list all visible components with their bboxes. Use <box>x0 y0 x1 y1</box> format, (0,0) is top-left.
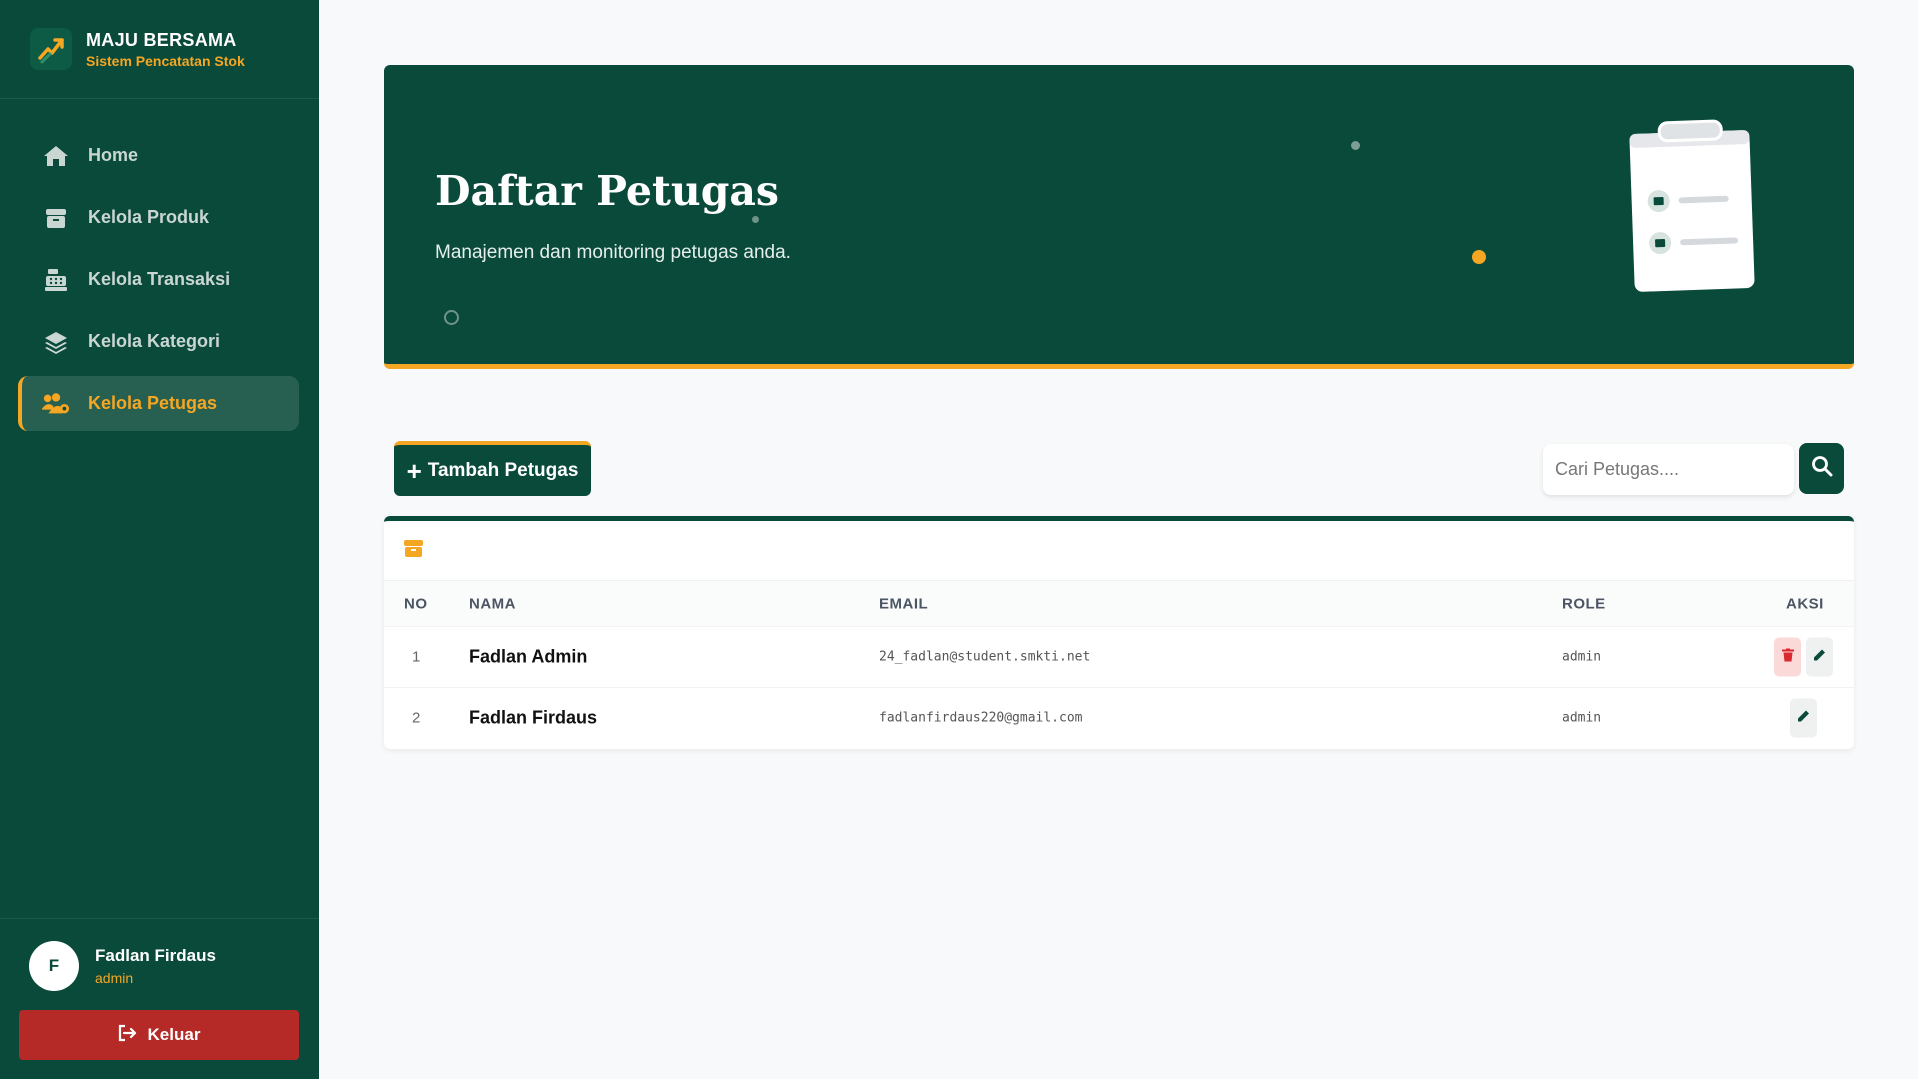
row-name: Fadlan Admin <box>469 646 588 667</box>
column-header-aksi: AKSI <box>1786 595 1824 612</box>
logout-button[interactable]: Keluar <box>19 1010 299 1060</box>
delete-button[interactable] <box>1774 637 1801 677</box>
sidebar-item-label: Home <box>88 145 139 165</box>
page-subtitle: Manajemen dan monitoring petugas anda. <box>435 242 791 263</box>
trash-icon <box>1781 648 1794 666</box>
sidebar-item-kelola-petugas[interactable]: Kelola Petugas <box>18 376 299 431</box>
sidebar-item-label: Kelola Transaksi <box>88 269 231 289</box>
row-number: 1 <box>412 648 421 666</box>
pencil-icon <box>1797 709 1810 727</box>
logout-label: Keluar <box>147 1025 201 1044</box>
column-header-nama: NAMA <box>469 595 516 612</box>
table-card-header <box>384 521 1854 581</box>
sidebar-item-kelola-transaksi[interactable]: Kelola Transaksi <box>18 252 299 307</box>
row-role: admin <box>1562 649 1602 665</box>
plus-icon: + <box>406 455 422 486</box>
search-input[interactable] <box>1543 444 1794 495</box>
row-number: 2 <box>412 709 421 727</box>
decorative-ring <box>444 310 459 325</box>
add-petugas-label: Tambah Petugas <box>427 459 579 481</box>
row-role: admin <box>1562 710 1602 726</box>
user-profile: F Fadlan Firdaus admin <box>0 918 319 991</box>
decorative-dot <box>1351 141 1360 150</box>
petugas-table-card: NO NAMA EMAIL ROLE AKSI 1 Fadlan Admin 2… <box>384 516 1854 749</box>
box-icon <box>404 539 423 562</box>
brand: MAJU BERSAMA Sistem Pencatatan Stok <box>0 0 319 99</box>
table-row: 2 Fadlan Firdaus fadlanfirdaus220@gmail.… <box>384 687 1854 748</box>
sidebar-nav: Home Kelola Produk Kelola Transaksi Kelo… <box>18 128 299 438</box>
column-header-role: ROLE <box>1562 595 1606 612</box>
page-title: Daftar Petugas <box>435 167 780 215</box>
users-gear-icon <box>42 392 70 416</box>
box-icon <box>42 206 70 230</box>
sidebar-item-kelola-produk[interactable]: Kelola Produk <box>18 190 299 245</box>
home-icon <box>42 144 70 168</box>
column-header-no: NO <box>404 595 428 612</box>
user-role: admin <box>95 970 134 986</box>
row-email: fadlanfirdaus220@gmail.com <box>879 710 1083 726</box>
edit-button[interactable] <box>1806 637 1833 677</box>
sidebar-item-label: Kelola Petugas <box>88 393 218 413</box>
sidebar-item-kelola-kategori[interactable]: Kelola Kategori <box>18 314 299 369</box>
trending-up-icon <box>30 28 72 70</box>
brand-title: MAJU BERSAMA <box>86 29 237 50</box>
row-email: 24_fadlan@student.smkti.net <box>879 649 1091 665</box>
search-button[interactable] <box>1799 443 1844 494</box>
table-row: 1 Fadlan Admin 24_fadlan@student.smkti.n… <box>384 626 1854 687</box>
cash-register-icon <box>42 268 70 292</box>
add-petugas-button[interactable]: + Tambah Petugas <box>394 441 591 496</box>
sign-out-icon <box>118 1024 138 1047</box>
column-header-email: EMAIL <box>879 595 929 612</box>
brand-subtitle: Sistem Pencatatan Stok <box>86 52 245 69</box>
edit-button[interactable] <box>1790 698 1817 738</box>
sidebar-item-label: Kelola Kategori <box>88 331 221 351</box>
decorative-dot <box>752 216 759 223</box>
layers-icon <box>42 330 70 354</box>
avatar: F <box>29 941 79 991</box>
search-icon <box>1811 455 1833 482</box>
clipboard-illustration <box>1624 110 1759 295</box>
table-header: NO NAMA EMAIL ROLE AKSI <box>384 581 1854 626</box>
user-name: Fadlan Firdaus <box>95 946 216 965</box>
sidebar: MAJU BERSAMA Sistem Pencatatan Stok Home… <box>0 0 319 1079</box>
page-header-banner: Daftar Petugas Manajemen dan monitoring … <box>384 65 1854 369</box>
decorative-dot <box>1472 250 1486 264</box>
sidebar-item-label: Kelola Produk <box>88 207 210 227</box>
row-name: Fadlan Firdaus <box>469 707 598 728</box>
pencil-icon <box>1813 648 1826 666</box>
sidebar-item-home[interactable]: Home <box>18 128 299 183</box>
